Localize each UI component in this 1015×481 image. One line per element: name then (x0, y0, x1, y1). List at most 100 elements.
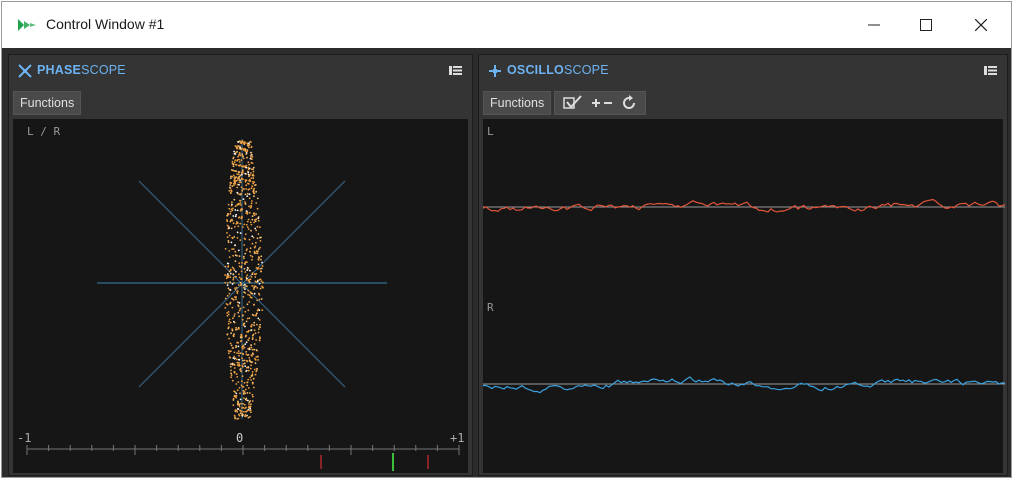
phase-dot (243, 244, 246, 246)
phase-dot (229, 276, 232, 278)
phase-dot (240, 334, 243, 337)
phase-dot (252, 377, 255, 380)
refresh-icon[interactable] (621, 95, 637, 111)
phase-dot (258, 293, 261, 296)
phase-dot (245, 179, 248, 182)
phase-dot (258, 319, 261, 321)
phase-dot (246, 274, 249, 277)
phase-dot (226, 262, 229, 265)
phase-dot (253, 273, 256, 276)
panel-menu-icon[interactable] (449, 66, 462, 75)
phase-dot (230, 372, 233, 375)
close-button[interactable] (958, 10, 1004, 40)
phase-dot (258, 257, 261, 259)
phase-dot (251, 185, 254, 188)
phase-dot (251, 374, 254, 377)
phase-dot (257, 263, 260, 266)
phase-dot (240, 402, 242, 405)
phase-dot (236, 159, 239, 161)
phase-dot (248, 193, 251, 196)
phase-dot (246, 195, 249, 197)
phase-dot (233, 161, 236, 164)
phase-dot (250, 177, 253, 179)
maximize-button[interactable] (903, 10, 949, 40)
phase-dot (237, 341, 240, 344)
phase-dot (241, 352, 244, 355)
phase-dot (231, 160, 234, 163)
phase-dot (232, 174, 235, 177)
title-bar[interactable]: Control Window #1 (2, 2, 1011, 48)
phase-dot (241, 262, 243, 264)
phase-dot (246, 392, 249, 394)
phase-dot (231, 306, 234, 309)
phase-dot (241, 226, 244, 228)
checkbox-icon[interactable] (563, 95, 583, 111)
phase-dot (243, 223, 246, 226)
phase-dot (248, 142, 250, 144)
phase-dot (246, 149, 249, 152)
phase-dot (229, 365, 232, 368)
phase-dot (226, 232, 228, 234)
oscilloscope-functions-button[interactable]: Functions (483, 91, 552, 115)
zoom-plus-minus-icon[interactable] (591, 95, 613, 111)
phase-dot (241, 375, 244, 377)
phase-dot (243, 403, 246, 406)
phase-dot (230, 190, 233, 193)
phase-dot (260, 258, 262, 261)
phase-dot (257, 216, 260, 218)
phase-dot (239, 239, 242, 241)
phase-dot (245, 278, 248, 281)
phase-dot (253, 329, 256, 332)
phasescope-toolbar: Functions (13, 91, 82, 115)
phase-dot (248, 401, 251, 403)
phase-dot (230, 219, 232, 222)
phase-dot (252, 236, 255, 239)
minimize-button[interactable] (851, 10, 897, 40)
phase-dot (259, 267, 262, 270)
phase-dot (247, 293, 250, 296)
phase-dot (260, 280, 263, 282)
phase-dot (248, 205, 250, 208)
phase-dot (233, 198, 236, 201)
phase-dot (230, 374, 233, 376)
phase-dot (231, 379, 234, 382)
phase-dot (231, 236, 234, 239)
phase-dot (240, 370, 243, 372)
phase-dot (249, 360, 252, 363)
close-icon (975, 19, 987, 31)
phase-dot (234, 395, 237, 397)
phase-dot (254, 373, 257, 376)
phase-dot (251, 400, 254, 402)
phase-dot (233, 372, 236, 374)
phase-dot (238, 309, 241, 312)
phase-dot (249, 392, 251, 394)
phase-dot (242, 165, 244, 168)
phase-dot (242, 344, 245, 347)
phase-dot (244, 325, 246, 328)
phase-dot (255, 369, 258, 372)
phase-dot (253, 221, 256, 224)
phase-dot (246, 248, 248, 251)
phase-dot (227, 241, 230, 244)
phase-dot (252, 386, 255, 389)
phase-dot (241, 318, 244, 321)
phase-dot (232, 156, 235, 159)
phase-dot (245, 351, 248, 353)
phase-dot (234, 357, 237, 360)
phase-dot (261, 265, 264, 267)
phase-dot (251, 200, 253, 202)
phase-dot (226, 312, 229, 314)
phase-dot (242, 172, 244, 174)
phasescope-functions-button[interactable]: Functions (13, 91, 82, 115)
phase-dot (239, 352, 242, 355)
phase-dot (243, 381, 246, 384)
phase-dot (256, 280, 259, 283)
phase-dot (236, 389, 239, 392)
phase-dot (256, 197, 259, 200)
phase-dot (236, 417, 239, 420)
oscilloscope-toolbar: Functions (483, 91, 647, 115)
panel-menu-icon[interactable] (984, 66, 997, 75)
phase-dot (243, 149, 245, 152)
phase-dot (253, 214, 256, 217)
phase-dot (245, 410, 247, 413)
